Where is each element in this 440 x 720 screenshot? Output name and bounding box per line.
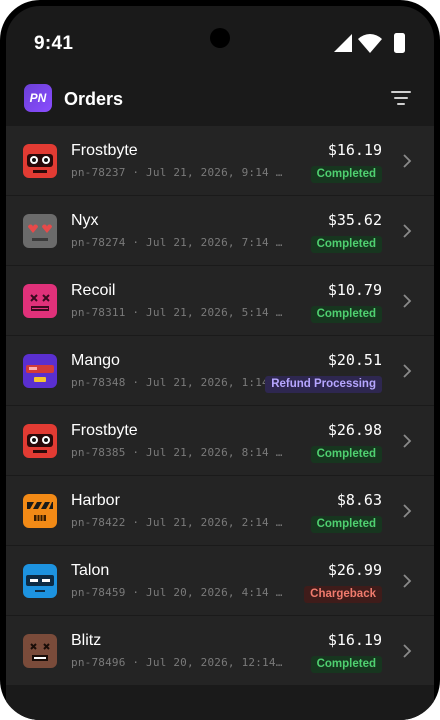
battery-icon (394, 33, 405, 53)
red-robot-avatar (23, 144, 57, 178)
status-badge: Completed (310, 446, 382, 463)
signal-icon (334, 34, 352, 52)
customer-name: Frostbyte (71, 142, 138, 159)
order-amount: $16.19 (327, 631, 382, 649)
purple-robot-visor-avatar (23, 354, 57, 388)
brown-robot-x-eyes-avatar (23, 634, 57, 668)
customer-name: Blitz (71, 632, 102, 649)
order-row[interactable]: Talon pn-78459 · Jul 20, 2026, 4:14 PM $26… (6, 546, 434, 616)
filter-icon[interactable] (390, 89, 412, 107)
chevron-right-icon (403, 574, 412, 588)
order-meta: pn-78422 · Jul 21, 2026, 2:14 AM (71, 516, 285, 529)
status-badge: Chargeback (304, 586, 382, 603)
status-badge: Refund Processing (265, 376, 382, 393)
order-amount: $10.79 (327, 281, 382, 299)
customer-name: Recoil (71, 282, 116, 299)
wifi-icon (358, 34, 382, 53)
chevron-right-icon (403, 224, 412, 238)
order-row[interactable]: Nyx pn-78274 · Jul 21, 2026, 7:14 PM $35.6… (6, 196, 434, 266)
customer-name: Talon (71, 562, 110, 579)
chevron-right-icon (403, 294, 412, 308)
chevron-right-icon (403, 504, 412, 518)
customer-name: Nyx (71, 212, 99, 229)
page-title: Orders (64, 89, 124, 109)
status-badge: Completed (310, 656, 382, 673)
order-amount: $16.19 (327, 141, 382, 159)
order-row[interactable]: Frostbyte pn-78385 · Jul 21, 2026, 8:14 A… (6, 406, 434, 476)
order-amount: $26.99 (327, 561, 382, 579)
order-row[interactable]: Frostbyte pn-78237 · Jul 21, 2026, 9:14 P… (6, 126, 434, 196)
order-meta: pn-78237 · Jul 21, 2026, 9:14 PM (71, 166, 285, 179)
order-amount: $35.62 (327, 211, 382, 229)
status-badge: Completed (310, 166, 382, 183)
customer-name: Mango (71, 352, 120, 369)
order-row[interactable]: Mango pn-78348 · Jul 21, 2026, 1:14 PM $20… (6, 336, 434, 406)
order-amount: $8.63 (336, 491, 382, 509)
status-bar: 9:41 (6, 6, 434, 76)
status-icons (332, 32, 406, 54)
pink-robot-x-eyes-avatar (23, 284, 57, 318)
screen: 9:41 PN Orders Frostbyte pn-78237 · Jul … (6, 6, 434, 720)
order-row[interactable]: Recoil pn-78311 · Jul 21, 2026, 5:14 PM $1… (6, 266, 434, 336)
order-meta: pn-78385 · Jul 21, 2026, 8:14 AM (71, 446, 285, 459)
order-row[interactable]: Blitz pn-78496 · Jul 20, 2026, 12:14 PM $1… (6, 616, 434, 686)
status-badge: Completed (310, 306, 382, 323)
customer-name: Harbor (71, 492, 120, 509)
order-meta: pn-78459 · Jul 20, 2026, 4:14 PM (71, 586, 285, 599)
app-bar: PN Orders (6, 76, 434, 126)
order-meta: pn-78348 · Jul 21, 2026, 1:14 PM (71, 376, 285, 389)
chevron-right-icon (403, 364, 412, 378)
chevron-right-icon (403, 154, 412, 168)
customer-name: Frostbyte (71, 422, 138, 439)
camera-cutout (210, 28, 230, 48)
blue-robot-ninja-avatar (23, 564, 57, 598)
gray-robot-heart-eyes-avatar (23, 214, 57, 248)
order-row[interactable]: Harbor pn-78422 · Jul 21, 2026, 2:14 AM $8… (6, 476, 434, 546)
chevron-right-icon (403, 434, 412, 448)
order-meta: pn-78311 · Jul 21, 2026, 5:14 PM (71, 306, 285, 319)
order-amount: $26.98 (327, 421, 382, 439)
orange-robot-hazard-avatar (23, 494, 57, 528)
status-badge: Completed (310, 236, 382, 253)
order-list: Frostbyte pn-78237 · Jul 21, 2026, 9:14 P… (6, 126, 434, 686)
status-time: 9:41 (34, 33, 74, 54)
phone-frame: 9:41 PN Orders Frostbyte pn-78237 · Jul … (0, 0, 440, 720)
red-robot-avatar (23, 424, 57, 458)
chevron-right-icon (403, 644, 412, 658)
order-meta: pn-78496 · Jul 20, 2026, 12:14 PM (71, 656, 285, 669)
app-logo: PN (24, 84, 52, 112)
order-meta: pn-78274 · Jul 21, 2026, 7:14 PM (71, 236, 285, 249)
status-badge: Completed (310, 516, 382, 533)
order-amount: $20.51 (327, 351, 382, 369)
